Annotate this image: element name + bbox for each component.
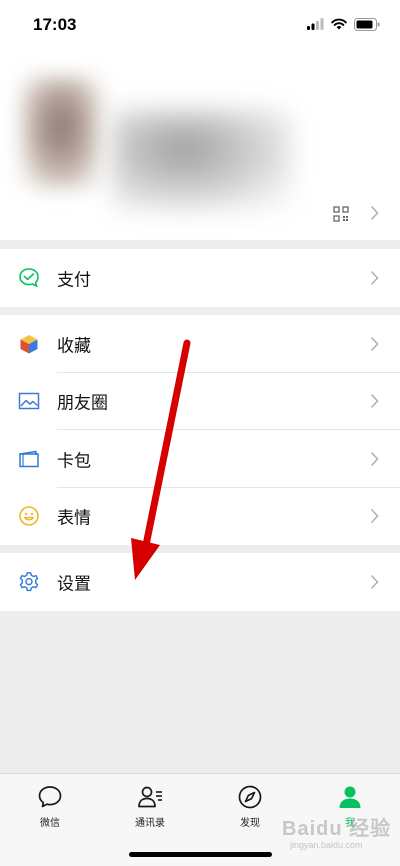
- smiley-icon: [19, 506, 39, 527]
- menu-item-card-wallet[interactable]: 卡包: [0, 430, 400, 488]
- tab-label: 微信: [40, 818, 60, 829]
- card-wallet-icon: [19, 450, 39, 467]
- person-icon: [339, 786, 361, 808]
- chat-bubble-icon: [38, 786, 62, 808]
- profile-name-blurred: [112, 110, 292, 210]
- battery-icon: [354, 17, 380, 31]
- menu-group-main: 收藏 朋友圈 卡包 表情: [0, 315, 400, 545]
- tab-chats[interactable]: 微信: [20, 784, 80, 829]
- pay-icon: [19, 267, 39, 288]
- profile-header[interactable]: [0, 50, 400, 240]
- menu-item-label: 设置: [57, 574, 91, 594]
- menu-group-pay: 支付: [0, 249, 400, 307]
- chevron-right-icon: [370, 205, 379, 221]
- menu-item-label: 朋友圈: [57, 393, 108, 413]
- wifi-icon: [331, 18, 347, 30]
- moments-photo-icon: [18, 393, 40, 410]
- home-indicator[interactable]: [129, 852, 272, 857]
- gear-icon: [19, 571, 39, 591]
- chevron-right-icon: [370, 574, 379, 589]
- chevron-right-icon: [370, 509, 379, 524]
- tab-label: 发现: [240, 818, 260, 829]
- status-icons: [307, 17, 380, 31]
- watermark-logo: Baidu 经验: [282, 818, 392, 840]
- status-bar: 17:03: [0, 0, 400, 50]
- avatar[interactable]: [22, 78, 100, 188]
- tab-discover[interactable]: 发现: [220, 784, 280, 829]
- menu-item-pay[interactable]: 支付: [0, 249, 400, 307]
- compass-icon: [238, 785, 262, 809]
- menu-group-settings: 设置: [0, 553, 400, 611]
- menu-item-label: 支付: [57, 270, 91, 290]
- menu-item-stickers[interactable]: 表情: [0, 488, 400, 546]
- menu-item-label: 收藏: [57, 336, 91, 356]
- status-time: 17:03: [33, 15, 77, 34]
- chevron-right-icon: [370, 451, 379, 466]
- chevron-right-icon: [370, 394, 379, 409]
- favorites-cube-icon: [20, 334, 38, 354]
- menu-item-label: 表情: [57, 508, 91, 528]
- menu-item-favorites[interactable]: 收藏: [0, 315, 400, 373]
- menu-item-moments[interactable]: 朋友圈: [0, 373, 400, 430]
- menu-item-label: 卡包: [57, 451, 91, 471]
- tab-contacts[interactable]: 通讯录: [120, 784, 180, 829]
- tab-label: 通讯录: [135, 818, 165, 829]
- cellular-signal-icon: [307, 18, 324, 30]
- watermark-url: jingyan.baidu.com: [290, 840, 363, 850]
- contacts-icon: [138, 786, 162, 808]
- menu-item-settings[interactable]: 设置: [0, 553, 400, 611]
- qr-code-icon[interactable]: [333, 206, 349, 222]
- chevron-right-icon: [370, 336, 379, 351]
- chevron-right-icon: [370, 270, 379, 285]
